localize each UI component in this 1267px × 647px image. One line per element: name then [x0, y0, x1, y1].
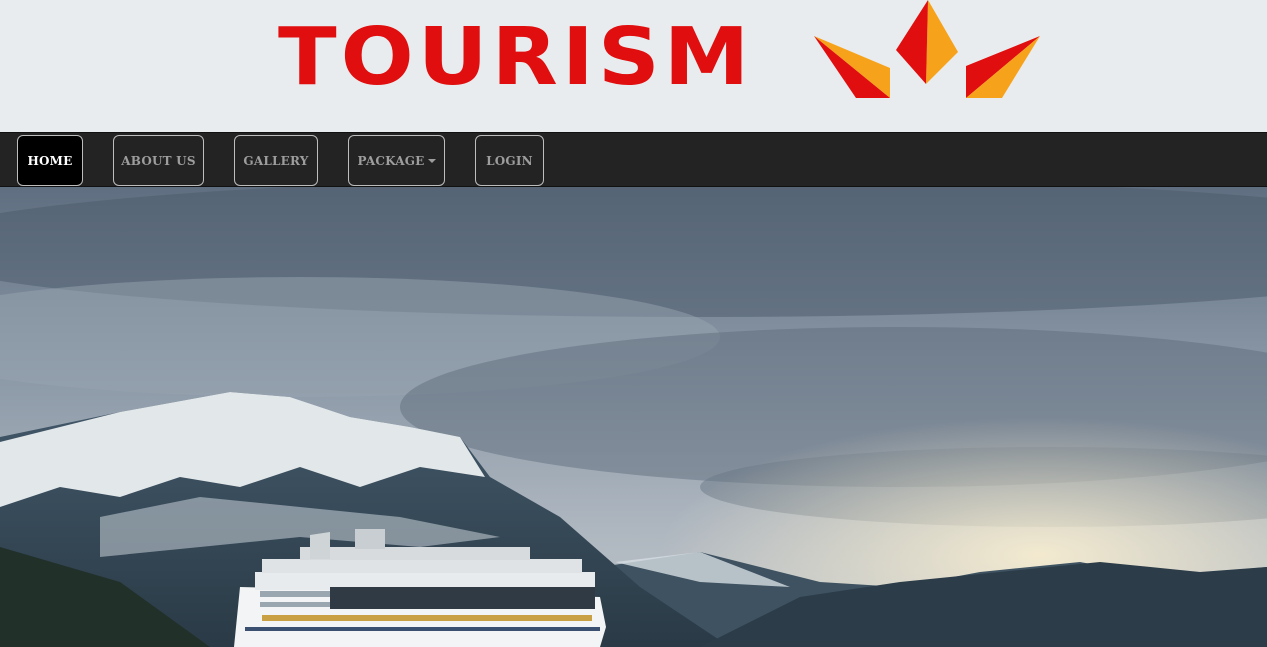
- nav-about-us-label: ABOUT US: [121, 153, 196, 168]
- nav-home-label: HOME: [27, 153, 73, 168]
- hero-scene: [0, 187, 1267, 647]
- site-header: TOURISM: [0, 0, 1267, 132]
- nav-login-label: LOGIN: [486, 153, 533, 168]
- hero-image-cruise-ship: [0, 187, 1267, 647]
- nav-home[interactable]: HOME: [17, 135, 83, 186]
- nav-package-dropdown[interactable]: PACKAGE: [348, 135, 445, 186]
- brand-crown-icon: [814, 0, 1040, 98]
- nav-about-us[interactable]: ABOUT US: [113, 135, 204, 186]
- caret-down-icon: [427, 158, 436, 163]
- main-navbar: HOME ABOUT US GALLERY PACKAGE LOGIN: [0, 132, 1267, 187]
- nav-package-label: PACKAGE: [357, 153, 425, 168]
- nav-gallery-label: GALLERY: [243, 153, 309, 168]
- nav-gallery[interactable]: GALLERY: [234, 135, 318, 186]
- nav-login[interactable]: LOGIN: [475, 135, 544, 186]
- brand-logo-text: TOURISM: [278, 11, 754, 104]
